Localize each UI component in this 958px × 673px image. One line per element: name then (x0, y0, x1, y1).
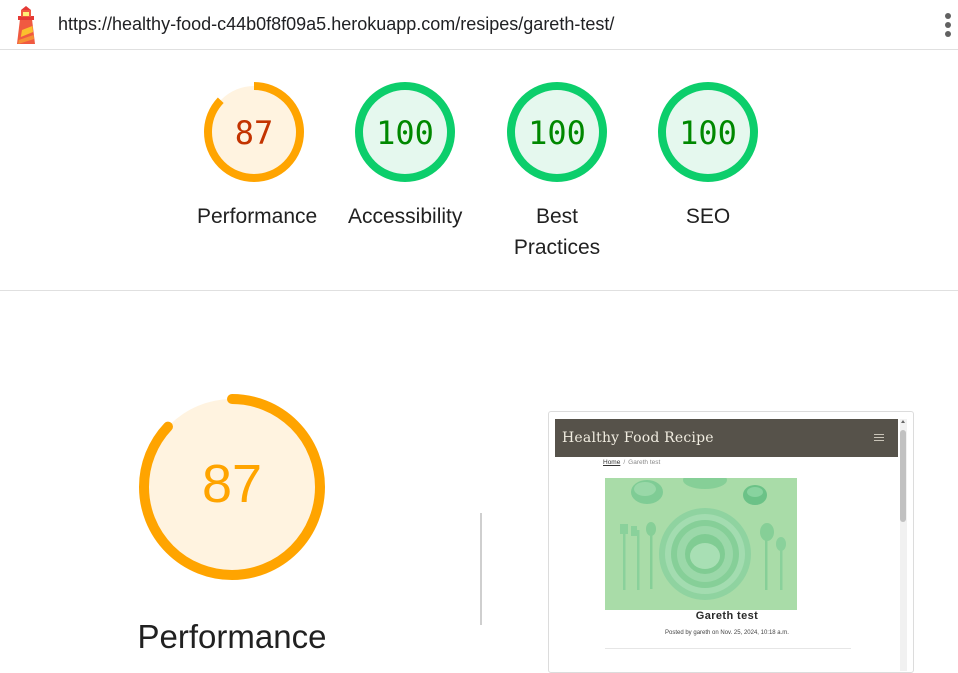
more-vert-icon[interactable] (943, 11, 953, 39)
gauge-score: 100 (376, 114, 434, 152)
breadcrumb: Home / Gareth test (603, 459, 660, 466)
vertical-separator (480, 513, 482, 625)
performance-score-large: 87 (202, 454, 262, 514)
final-screenshot-thumbnail[interactable]: Healthy Food Recipe Home / Gareth test G… (548, 411, 914, 673)
performance-gauge-ring: 87 (139, 394, 325, 580)
recipe-meta: Posted by gareth on Nov. 25, 2024, 10:18… (665, 630, 789, 636)
site-brand: Healthy Food Recipe (562, 430, 714, 446)
breadcrumb-current: Gareth test (628, 459, 661, 466)
scrollbar-thumb (900, 430, 906, 522)
gauge-score: 100 (679, 114, 737, 152)
gauge-performance-ring: 87 (204, 82, 304, 182)
report-topbar: https://healthy-food-c44b0f8f09a5.heroku… (0, 0, 958, 50)
meta-divider (605, 648, 851, 649)
gauge-score: 100 (528, 114, 586, 152)
gauge-accessibility[interactable]: 100 Accessibility (330, 80, 480, 232)
gauge-best-practices-ring: 100 (507, 82, 607, 182)
performance-section-title: Performance (137, 618, 327, 655)
recipe-title: Gareth test (695, 610, 759, 622)
hamburger-menu-icon (874, 434, 884, 442)
gauge-seo-ring: 100 (658, 82, 758, 182)
gauge-score: 87 (235, 114, 274, 152)
gauge-best-practices[interactable]: 100 Best Practices (482, 80, 632, 263)
scroll-up-arrow-icon (901, 420, 905, 423)
breadcrumb-separator: / (623, 459, 626, 466)
gauge-seo[interactable]: 100 SEO (633, 80, 783, 232)
recipe-image (605, 478, 797, 610)
section-divider (0, 290, 958, 291)
gauge-accessibility-ring: 100 (355, 82, 455, 182)
report-url: https://healthy-food-c44b0f8f09a5.heroku… (58, 14, 615, 34)
gauge-performance[interactable]: 87 Performance (179, 80, 329, 232)
performance-gauge-large: 87 (133, 388, 331, 591)
gauge-label: SEO (685, 205, 731, 228)
tableware-illustration (605, 478, 797, 610)
lighthouse-logo-icon (17, 6, 35, 44)
gauge-label: Accessibility (348, 205, 463, 228)
gauge-label: Performance (197, 205, 318, 228)
site-navbar: Healthy Food Recipe (555, 419, 898, 457)
gauge-label: Best Practices (513, 205, 601, 259)
breadcrumb-home-link: Home (603, 459, 621, 466)
